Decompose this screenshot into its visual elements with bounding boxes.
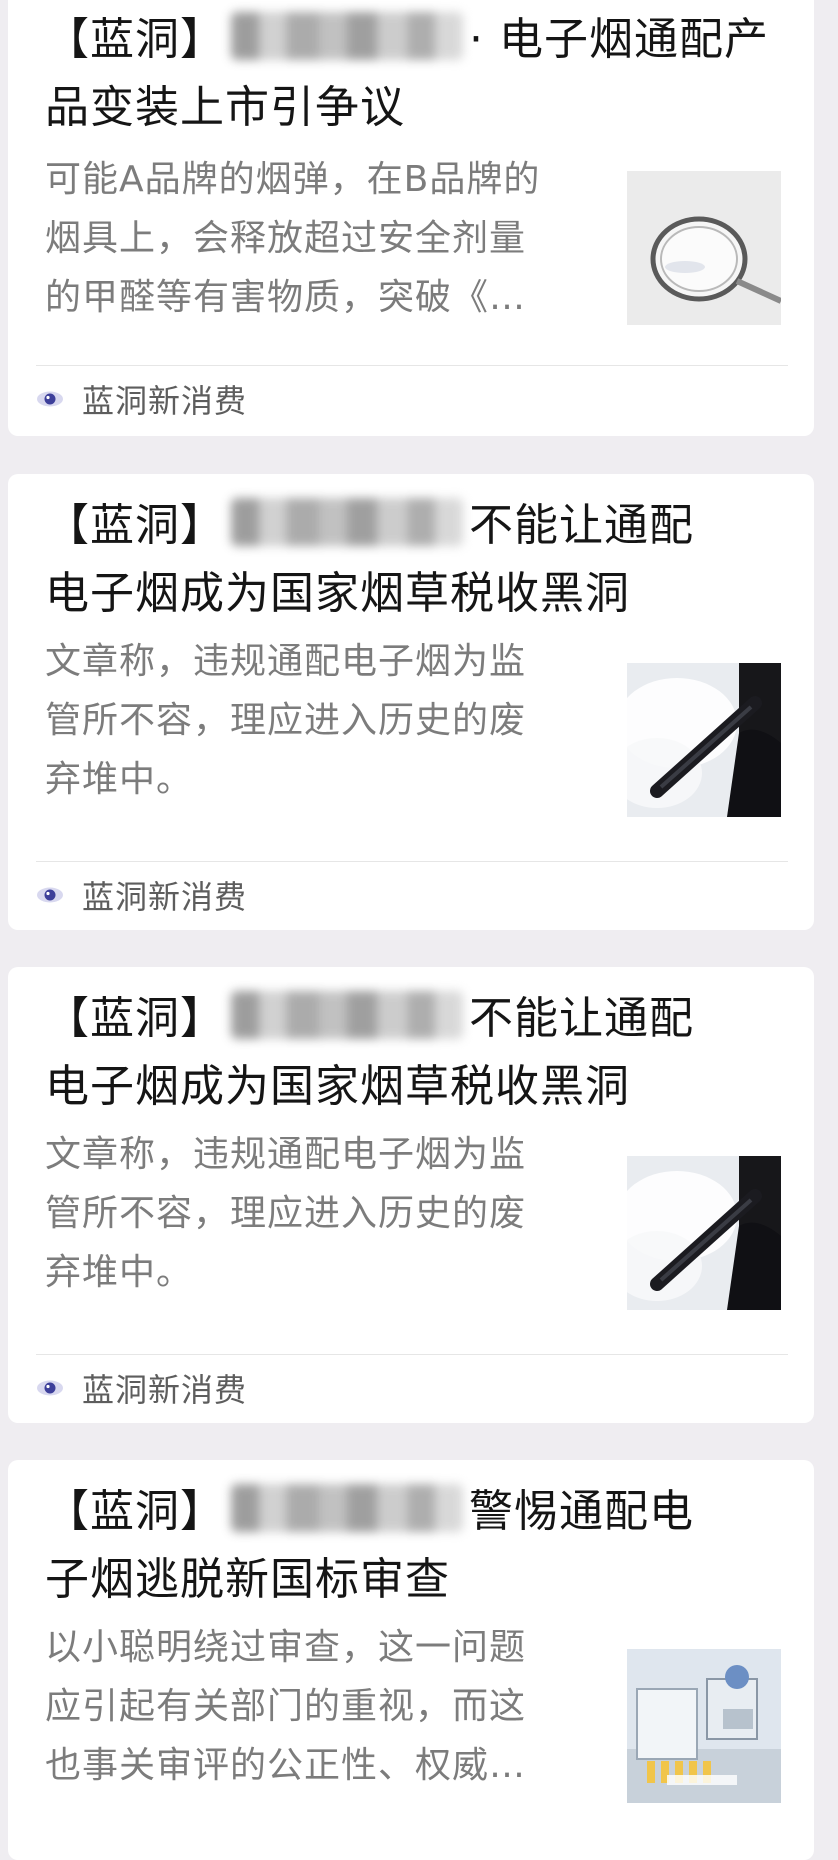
redacted-text [231, 991, 463, 1039]
article-thumbnail[interactable] [627, 1649, 781, 1803]
article-card[interactable]: 【蓝洞】 不能让通配 电子烟成为国家烟草税收黑洞 文章称，违规通配电子烟为监 管所… [8, 474, 814, 930]
article-title[interactable]: 【蓝洞】 警惕通配电 子烟逃脱新国标审查 [45, 1478, 785, 1614]
title-line: 品变装上市引争议 [45, 82, 405, 133]
summary-line: 文章称，违规通配电子烟为监 [45, 1134, 527, 1175]
article-summary: 文章称，违规通配电子烟为监 管所不容，理应进入历史的废 弃堆中。 [45, 632, 605, 809]
source-row[interactable]: 蓝洞新消费 [36, 875, 248, 916]
article-title[interactable]: 【蓝洞】 · 电子烟通配产 品变装上市引争议 [45, 6, 785, 142]
article-card[interactable]: 【蓝洞】 不能让通配 电子烟成为国家烟草税收黑洞 文章称，违规通配电子烟为监 管所… [8, 967, 814, 1423]
magnifier-icon [627, 171, 781, 325]
title-prefix: 【蓝洞】 [45, 500, 225, 551]
title-suffix: · 电子烟通配产 [469, 14, 769, 65]
title-suffix: 警惕通配电 [469, 1486, 694, 1537]
title-suffix: 不能让通配 [469, 993, 694, 1044]
summary-line: 管所不容，理应进入历史的废 [45, 1193, 527, 1234]
summary-line: 弃堆中。 [45, 1252, 194, 1293]
title-suffix: 不能让通配 [469, 500, 694, 551]
article-summary: 可能A品牌的烟弹，在B品牌的 烟具上，会释放超过安全剂量 的甲醛等有害物质，突破… [45, 150, 605, 327]
source-name: 蓝洞新消费 [82, 382, 248, 420]
redacted-text [231, 498, 463, 546]
article-thumbnail[interactable] [627, 171, 781, 325]
source-name: 蓝洞新消费 [82, 878, 248, 916]
summary-line: 烟具上，会释放超过安全剂量 [45, 218, 527, 259]
eye-icon [37, 887, 63, 903]
vape-icon [627, 1156, 781, 1310]
title-prefix: 【蓝洞】 [45, 993, 225, 1044]
divider [36, 1354, 788, 1355]
title-line: 子烟逃脱新国标审查 [45, 1554, 450, 1605]
summary-line: 应引起有关部门的重视，而这 [45, 1686, 527, 1727]
source-row[interactable]: 蓝洞新消费 [36, 1368, 248, 1409]
title-prefix: 【蓝洞】 [45, 1486, 225, 1537]
eye-icon [37, 1380, 63, 1396]
summary-line: 可能A品牌的烟弹，在B品牌的 [45, 159, 541, 200]
redacted-text [231, 1484, 463, 1532]
lab-equipment-icon [627, 1649, 781, 1803]
article-card[interactable]: 【蓝洞】 警惕通配电 子烟逃脱新国标审查 以小聪明绕过审查，这一问题 应引起有关部… [8, 1460, 814, 1860]
title-line: 电子烟成为国家烟草税收黑洞 [45, 1061, 630, 1112]
article-title[interactable]: 【蓝洞】 不能让通配 电子烟成为国家烟草税收黑洞 [45, 985, 785, 1121]
redacted-text [231, 12, 463, 60]
summary-line: 以小聪明绕过审查，这一问题 [45, 1627, 527, 1668]
divider [36, 861, 788, 862]
source-row[interactable]: 蓝洞新消费 [36, 379, 248, 420]
vape-icon [627, 663, 781, 817]
summary-line: 弃堆中。 [45, 759, 194, 800]
summary-line: 管所不容，理应进入历史的废 [45, 700, 527, 741]
article-summary: 以小聪明绕过审查，这一问题 应引起有关部门的重视，而这 也事关审评的公正性、权威… [45, 1618, 605, 1795]
article-thumbnail[interactable] [627, 1156, 781, 1310]
article-summary: 文章称，违规通配电子烟为监 管所不容，理应进入历史的废 弃堆中。 [45, 1125, 605, 1302]
article-card[interactable]: 【蓝洞】 · 电子烟通配产 品变装上市引争议 可能A品牌的烟弹，在B品牌的 烟具上… [8, 0, 814, 436]
article-title[interactable]: 【蓝洞】 不能让通配 电子烟成为国家烟草税收黑洞 [45, 492, 785, 628]
eye-icon [37, 391, 63, 407]
title-prefix: 【蓝洞】 [45, 14, 225, 65]
summary-line: 的甲醛等有害物质，突破《… [45, 277, 527, 318]
summary-line: 也事关审评的公正性、权威… [45, 1745, 527, 1786]
source-name: 蓝洞新消费 [82, 1371, 248, 1409]
divider [36, 365, 788, 366]
article-thumbnail[interactable] [627, 663, 781, 817]
title-line: 电子烟成为国家烟草税收黑洞 [45, 568, 630, 619]
summary-line: 文章称，违规通配电子烟为监 [45, 641, 527, 682]
